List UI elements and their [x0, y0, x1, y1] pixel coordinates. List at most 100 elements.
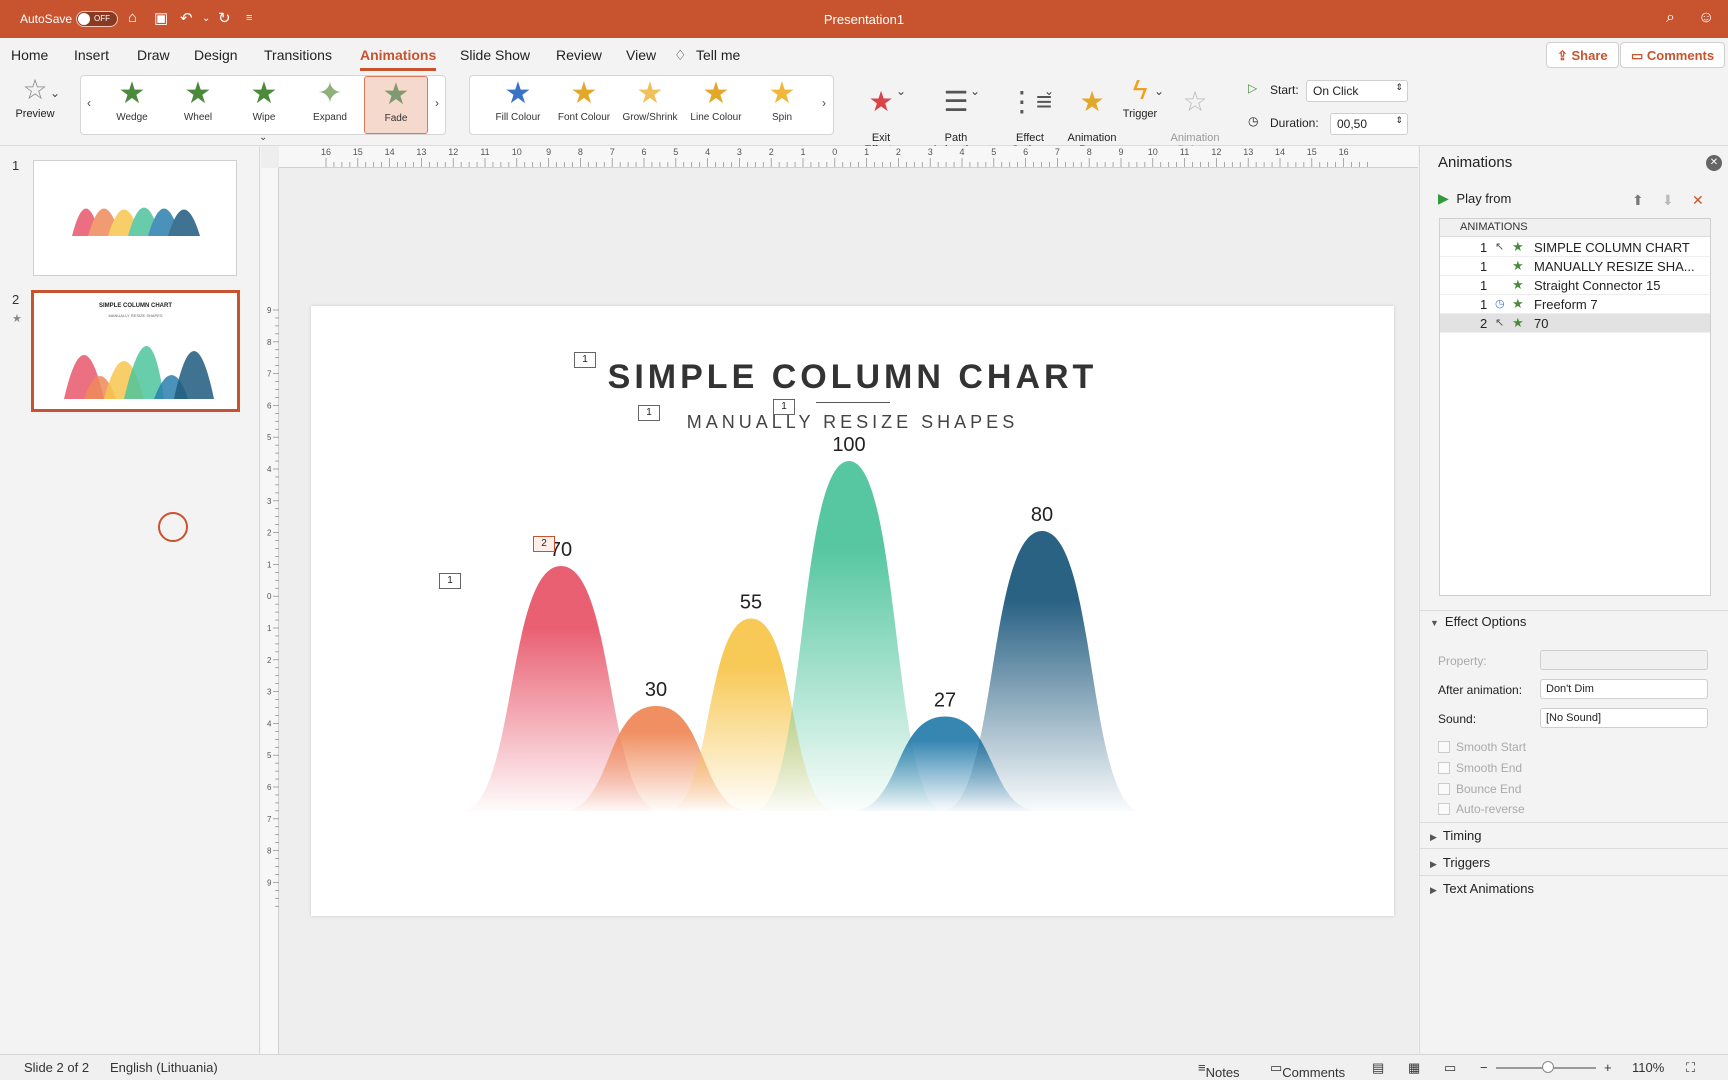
tab-tell-me[interactable]: Tell me — [696, 47, 740, 63]
entrance-star-icon: ★ — [1512, 315, 1524, 330]
reading-view-icon[interactable]: ▭ — [1444, 1060, 1456, 1076]
effect-wipe[interactable]: ★ Wipe — [232, 76, 296, 134]
slide-number: 1 — [12, 158, 20, 173]
animation-list-item[interactable]: 1 ★ Straight Connector 15 — [1440, 276, 1710, 295]
ruler-label: 3 — [267, 688, 272, 697]
path-dropdown-icon[interactable]: ⌄ — [970, 84, 980, 98]
auto-reverse-checkbox[interactable]: Auto-reverse — [1438, 802, 1525, 816]
zoom-out-icon[interactable]: − — [1480, 1060, 1488, 1075]
data-label[interactable]: 100 — [832, 434, 865, 456]
move-up-icon[interactable]: ⬆ — [1632, 192, 1644, 209]
effect-font-colour[interactable]: ★ Font Colour — [552, 76, 616, 134]
triggers-section[interactable]: ▶ Triggers — [1430, 855, 1490, 870]
ruler-label: 5 — [673, 147, 678, 157]
share-button[interactable]: ⇪ Share — [1546, 42, 1619, 68]
slide-sorter-icon[interactable]: ▦ — [1408, 1060, 1420, 1076]
animation-painter-button[interactable]: ☆ Animation Painter — [1166, 72, 1224, 156]
effect-fill-colour[interactable]: ★ Fill Colour — [486, 76, 550, 134]
effect-label: Line Colour — [690, 112, 742, 123]
ruler-label: 4 — [267, 719, 272, 728]
animation-tag[interactable]: 1 — [773, 399, 795, 415]
animation-list-item[interactable]: 1 ↖ ★ SIMPLE COLUMN CHART — [1440, 238, 1710, 257]
tab-home[interactable]: Home — [11, 47, 48, 63]
animation-tag[interactable]: 1 — [638, 405, 660, 421]
tab-transitions[interactable]: Transitions — [264, 47, 332, 63]
animation-tag[interactable]: 2 — [533, 536, 555, 552]
tab-slide-show[interactable]: Slide Show — [460, 47, 530, 63]
trigger-dropdown-icon[interactable]: ⌄ — [1154, 84, 1164, 98]
comments-button[interactable]: ▭ Comments — [1620, 42, 1726, 68]
effect-options-dropdown-icon[interactable]: ⌄ — [1044, 84, 1054, 98]
effect-grow-shrink[interactable]: ★ Grow/Shrink — [618, 76, 682, 134]
close-icon[interactable]: ✕ — [1706, 155, 1722, 171]
effect-wheel[interactable]: ★ Wheel — [166, 76, 230, 134]
tab-view[interactable]: View — [626, 47, 656, 63]
ruler-label: 3 — [737, 147, 742, 157]
gallery-left-icon[interactable]: ‹ — [87, 96, 91, 110]
animation-pane-button[interactable]: ★ Animation Pane — [1058, 72, 1126, 156]
animation-list-item[interactable]: 1 ◷ ★ Freeform 7 — [1440, 295, 1710, 314]
ruler-label: 7 — [1055, 147, 1060, 157]
effect-fade[interactable]: ★ Fade — [364, 76, 428, 134]
smooth-start-checkbox[interactable]: Smooth Start — [1438, 740, 1526, 754]
play-from-button[interactable]: ▶ Play from — [1438, 190, 1511, 207]
tab-insert[interactable]: Insert — [74, 47, 109, 63]
account-icon[interactable]: ☺ — [1698, 9, 1714, 27]
vertical-ruler-ticks: 9 8 7 6 5 4 3 2 1 0 1 2 3 4 5 6 7 8 9 — [267, 306, 279, 907]
animation-list-item[interactable]: 2 ↖ ★ 70 — [1440, 314, 1710, 333]
effect-options-section[interactable]: ▼ Effect Options — [1430, 614, 1526, 629]
ribbon-tabs: Home Insert Draw Design Transitions Anim… — [0, 38, 1728, 72]
effect-expand[interactable]: ✦ Expand — [298, 76, 362, 134]
animation-tag[interactable]: 1 — [439, 573, 461, 589]
language-indicator[interactable]: English (Lithuania) — [110, 1060, 218, 1075]
effect-wedge[interactable]: ★ Wedge — [100, 76, 164, 134]
data-label[interactable]: 55 — [740, 592, 762, 614]
zoom-in-icon[interactable]: + — [1604, 1060, 1612, 1075]
bounce-end-checkbox[interactable]: Bounce End — [1438, 782, 1521, 796]
animation-list-item[interactable]: 1 ★ MANUALLY RESIZE SHA... — [1440, 257, 1710, 276]
ruler-label: 9 — [546, 147, 551, 157]
gallery-expand-icon[interactable]: ⌄ — [259, 132, 267, 143]
text-animations-section[interactable]: ▶ Text Animations — [1430, 881, 1534, 896]
after-animation-select[interactable]: Don't Dim — [1540, 679, 1708, 699]
data-label[interactable]: 80 — [1031, 504, 1053, 526]
effect-spin[interactable]: ★ Spin — [750, 76, 814, 134]
section-label: Text Animations — [1442, 881, 1534, 896]
sound-select[interactable]: [No Sound] — [1540, 708, 1708, 728]
slide-thumbnail-2[interactable]: SIMPLE COLUMN CHART MANUALLY RESIZE SHAP… — [31, 290, 240, 412]
duration-field[interactable]: 00,50 ⇕ — [1330, 113, 1408, 135]
move-down-icon[interactable]: ⬇ — [1662, 192, 1674, 209]
exit-dropdown-icon[interactable]: ⌄ — [896, 84, 906, 98]
gallery-right-icon[interactable]: › — [435, 96, 439, 110]
effect-line-colour[interactable]: ★ Line Colour — [684, 76, 748, 134]
animation-list: ANIMATIONS 1 ↖ ★ SIMPLE COLUMN CHART 1 ★… — [1439, 218, 1711, 596]
slide-thumbnail-1[interactable] — [33, 160, 237, 276]
animation-tag[interactable]: 1 — [574, 352, 596, 368]
data-label[interactable]: 30 — [645, 679, 667, 701]
ruler-label: 7 — [610, 147, 615, 157]
ruler-label: 1 — [800, 147, 805, 157]
tab-review[interactable]: Review — [556, 47, 602, 63]
preview-dropdown-icon[interactable]: ⌄ — [50, 86, 60, 100]
zoom-slider-handle[interactable] — [1542, 1061, 1554, 1073]
data-label[interactable]: 27 — [934, 690, 956, 712]
status-comments-button[interactable]: ▭ Comments — [1270, 1060, 1345, 1080]
fit-slide-icon[interactable]: ⛶ — [1686, 1060, 1695, 1076]
delete-icon[interactable]: ✕ — [1692, 192, 1704, 209]
slide[interactable]: SIMPLE COLUMN CHART MANUALLY RESIZE SHAP… — [311, 306, 1394, 916]
gallery-right-icon[interactable]: › — [822, 96, 826, 110]
zoom-level[interactable]: 110% — [1632, 1060, 1664, 1075]
tab-animations[interactable]: Animations — [360, 47, 437, 71]
animation-order: 1 — [1480, 240, 1488, 255]
normal-view-icon[interactable]: ▤ — [1372, 1060, 1384, 1076]
start-select[interactable]: On Click ⇕ — [1306, 80, 1408, 102]
smooth-end-checkbox[interactable]: Smooth End — [1438, 761, 1522, 775]
tab-design[interactable]: Design — [194, 47, 238, 63]
wedge-star-icon: ★ — [118, 77, 146, 110]
timing-section[interactable]: ▶ Timing — [1430, 828, 1481, 843]
tab-draw[interactable]: Draw — [137, 47, 170, 63]
search-icon[interactable]: ⌕ — [1666, 9, 1675, 27]
property-select[interactable] — [1540, 650, 1708, 670]
comments-label: Comments — [1282, 1065, 1346, 1080]
notes-button[interactable]: ≡ Notes — [1198, 1060, 1240, 1080]
